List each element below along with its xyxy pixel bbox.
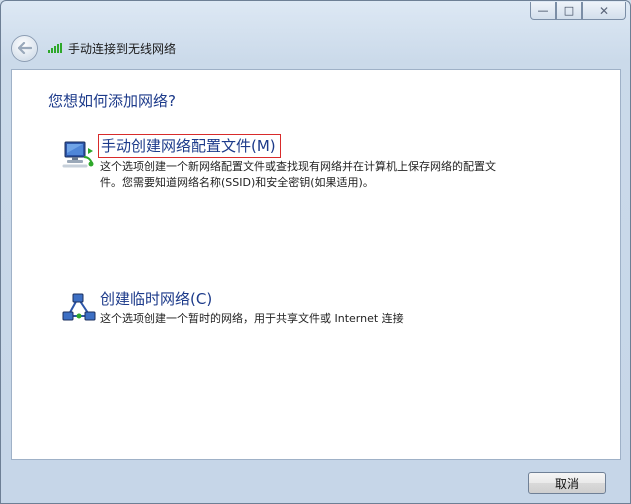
wireless-signal-icon — [48, 43, 62, 53]
back-arrow-icon — [17, 42, 32, 54]
wizard-header: 手动连接到无线网络 — [11, 32, 176, 64]
desc-line: 件。您需要知道网络名称(SSID)和安全密钥(如果适用)。 — [100, 176, 374, 189]
maximize-button[interactable]: □ — [556, 2, 582, 20]
option-manual-profile-title[interactable]: 手动创建网络配置文件(M) — [98, 134, 281, 158]
option-manual-profile-desc: 这个选项创建一个新网络配置文件或查找现有网络并在计算机上保存网络的配置文 件。您… — [100, 159, 540, 191]
option-ad-hoc-network-title[interactable]: 创建临时网络(C) — [98, 288, 216, 310]
wizard-window: — □ ✕ 手动连接到无线网络 您想如何添加网络? 手动创建网络配置文件(M) … — [0, 0, 631, 504]
minimize-button[interactable]: — — [530, 2, 556, 20]
close-icon: ✕ — [598, 3, 610, 18]
cancel-button[interactable]: 取消 — [528, 472, 606, 494]
desc-line: 这个选项创建一个新网络配置文件或查找现有网络并在计算机上保存网络的配置文 — [100, 160, 496, 173]
network-computer-icon — [62, 141, 94, 168]
close-button[interactable]: ✕ — [582, 2, 626, 20]
ad-hoc-network-icon — [62, 293, 96, 321]
caption-buttons: — □ ✕ — [530, 2, 626, 20]
content-panel: 您想如何添加网络? 手动创建网络配置文件(M) 这个选项创建一个新网络配置文件或… — [11, 69, 621, 460]
option-ad-hoc-network-desc: 这个选项创建一个暂时的网络，用于共享文件或 Internet 连接 — [100, 312, 404, 325]
wizard-title: 手动连接到无线网络 — [68, 41, 177, 56]
back-button[interactable] — [11, 34, 38, 62]
page-question: 您想如何添加网络? — [48, 92, 176, 110]
